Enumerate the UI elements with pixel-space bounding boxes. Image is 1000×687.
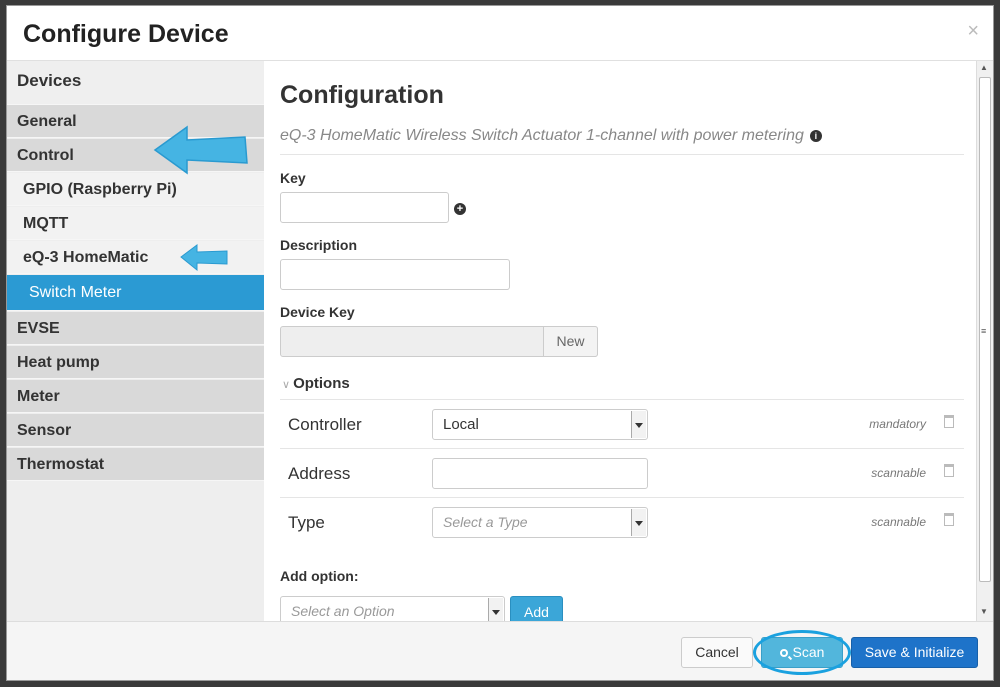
divider — [280, 154, 964, 155]
option-badge: scannable — [871, 466, 926, 480]
chevron-down-icon[interactable] — [488, 598, 503, 621]
configure-device-dialog: Configure Device × Devices General Contr… — [6, 5, 994, 681]
add-option-placeholder: Select an Option — [291, 603, 395, 619]
subtitle-text: eQ-3 HomeMatic Wireless Switch Actuator … — [280, 127, 804, 144]
type-select[interactable]: Select a Type — [432, 507, 648, 538]
dialog-footer: Cancel Scan Save & Initialize — [7, 621, 993, 680]
add-option-select[interactable]: Select an Option — [280, 596, 505, 621]
scroll-down-icon[interactable]: ▼ — [980, 607, 988, 616]
option-name: Type — [288, 513, 325, 532]
option-name: Address — [288, 464, 351, 483]
option-row-type: Type Select a Type scannable — [280, 497, 964, 546]
screen-background: Configure Device × Devices General Contr… — [0, 0, 1000, 687]
annotation-arrow-homematic — [180, 244, 228, 272]
trash-icon[interactable] — [944, 415, 954, 428]
dialog-header: Configure Device × — [7, 6, 993, 61]
description-input[interactable] — [280, 259, 510, 290]
sidebar-item-thermostat[interactable]: Thermostat — [7, 448, 264, 481]
close-icon[interactable]: × — [967, 20, 979, 43]
add-option-label: Add option: — [280, 568, 359, 584]
add-option-button[interactable]: Add — [510, 596, 563, 621]
sidebar-item-evse[interactable]: EVSE — [7, 312, 264, 345]
annotation-arrow-control — [153, 125, 248, 175]
device-type-sidebar: Devices General Control GPIO (Raspberry … — [7, 61, 264, 621]
sidebar-item-switch-meter[interactable]: Switch Meter — [7, 275, 264, 311]
cancel-button[interactable]: Cancel — [681, 637, 753, 668]
option-row-address: Address scannable — [280, 448, 964, 497]
chevron-down-icon: ∨ — [282, 379, 291, 391]
type-select-placeholder: Select a Type — [443, 514, 528, 530]
description-label: Description — [280, 237, 358, 253]
sidebar-item-mqtt[interactable]: MQTT — [7, 207, 264, 240]
device-description-subtitle: eQ-3 HomeMatic Wireless Switch Actuator … — [280, 127, 822, 145]
controller-select[interactable]: Local — [432, 409, 648, 440]
option-badge: scannable — [871, 515, 926, 529]
save-initialize-button[interactable]: Save & Initialize — [851, 637, 978, 668]
key-label: Key — [280, 170, 306, 186]
sidebar-heading: Devices — [7, 61, 264, 105]
content-scrollbar[interactable]: ▲ ≡ ▼ — [976, 61, 993, 621]
sidebar-item-heat-pump[interactable]: Heat pump — [7, 346, 264, 379]
sidebar-item-meter[interactable]: Meter — [7, 380, 264, 413]
options-label: Options — [293, 375, 350, 392]
info-icon[interactable]: i — [809, 130, 822, 142]
device-key-label: Device Key — [280, 304, 355, 320]
device-key-input[interactable]: New — [280, 326, 598, 357]
options-toggle[interactable]: ∨ Options — [282, 375, 350, 392]
option-name: Controller — [288, 415, 362, 434]
chevron-down-icon[interactable] — [631, 411, 646, 438]
controller-select-value: Local — [443, 416, 479, 433]
option-row-controller: Controller Local mandatory — [280, 399, 964, 448]
configuration-panel: Configuration eQ-3 HomeMatic Wireless Sw… — [264, 61, 976, 621]
sidebar-item-gpio[interactable]: GPIO (Raspberry Pi) — [7, 173, 264, 206]
configuration-heading: Configuration — [280, 81, 444, 109]
key-input[interactable] — [280, 192, 449, 223]
trash-icon[interactable] — [944, 513, 954, 526]
sidebar-item-sensor[interactable]: Sensor — [7, 414, 264, 447]
option-badge: mandatory — [869, 417, 926, 431]
trash-icon[interactable] — [944, 464, 954, 477]
plus-circle-icon[interactable]: + — [454, 203, 466, 215]
scroll-up-icon[interactable]: ▲ — [980, 63, 988, 72]
new-key-button[interactable]: New — [543, 326, 598, 357]
address-input[interactable] — [432, 458, 648, 489]
chevron-down-icon[interactable] — [631, 509, 646, 536]
grip-icon: ≡ — [981, 326, 987, 336]
annotation-highlight-ring — [753, 630, 851, 675]
dialog-title: Configure Device — [23, 20, 229, 48]
